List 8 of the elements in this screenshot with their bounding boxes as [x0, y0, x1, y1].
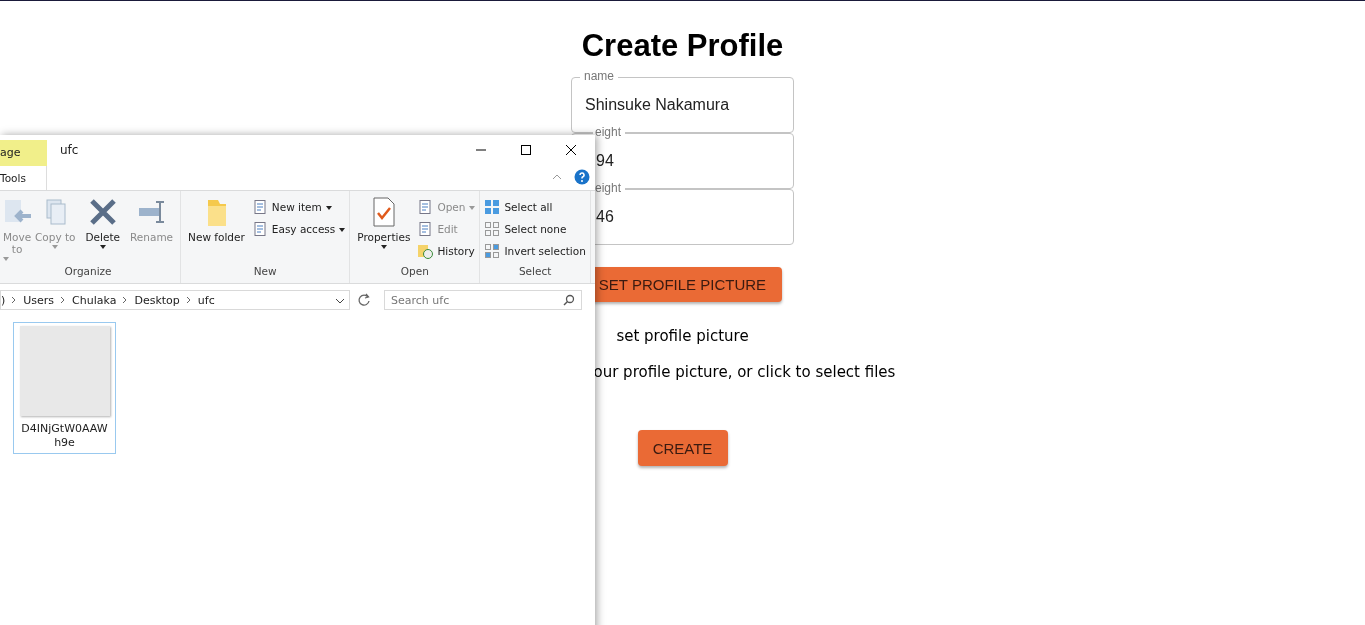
ribbon-group-label: Select: [517, 264, 553, 279]
ribbon-group-label: Organize: [63, 264, 113, 279]
upload-title: set profile picture: [616, 327, 749, 345]
field-label: eight: [593, 125, 626, 139]
window-title: ufc: [60, 143, 79, 157]
ribbon-group-label: New: [252, 264, 278, 279]
ribbon-group-label: Open: [399, 264, 430, 279]
page-title: Create Profile: [581, 28, 784, 64]
